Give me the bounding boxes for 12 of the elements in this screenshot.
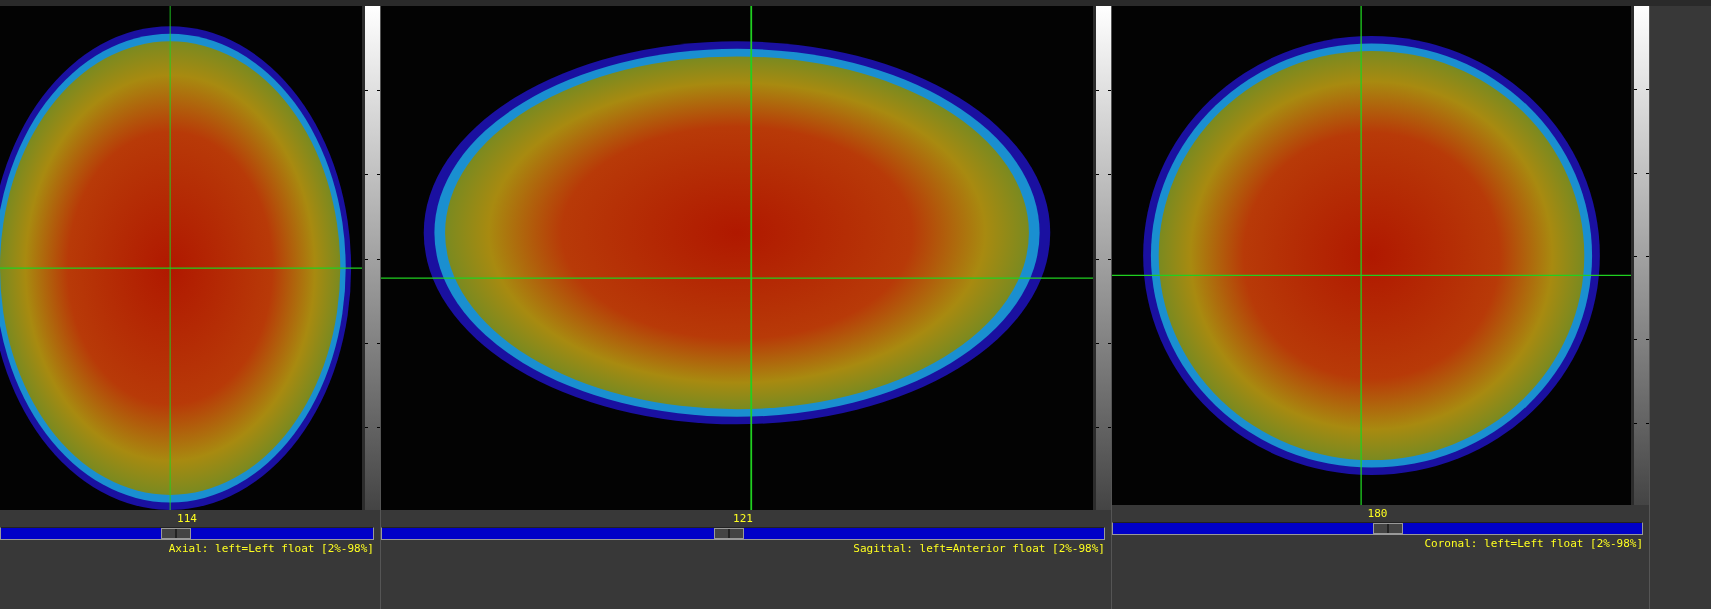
slider-thumb[interactable] — [713, 528, 744, 539]
slice-number: 121 — [733, 512, 753, 525]
slice-number: 114 — [177, 512, 197, 525]
slice-number: 180 — [1367, 507, 1388, 520]
slice-slider[interactable] — [381, 527, 1105, 540]
slider-thumb[interactable] — [1373, 523, 1404, 534]
slice-slider[interactable] — [1112, 522, 1643, 535]
view-label: Axial: left=Left float [2%-98%] — [168, 542, 374, 555]
view-label: Sagittal: left=Anterior float [2%-98%] — [853, 542, 1105, 555]
view-label: Coronal: left=Left float [2%-98%] — [1424, 537, 1643, 550]
slice-slider[interactable] — [0, 527, 374, 540]
slider-thumb[interactable] — [160, 528, 191, 539]
